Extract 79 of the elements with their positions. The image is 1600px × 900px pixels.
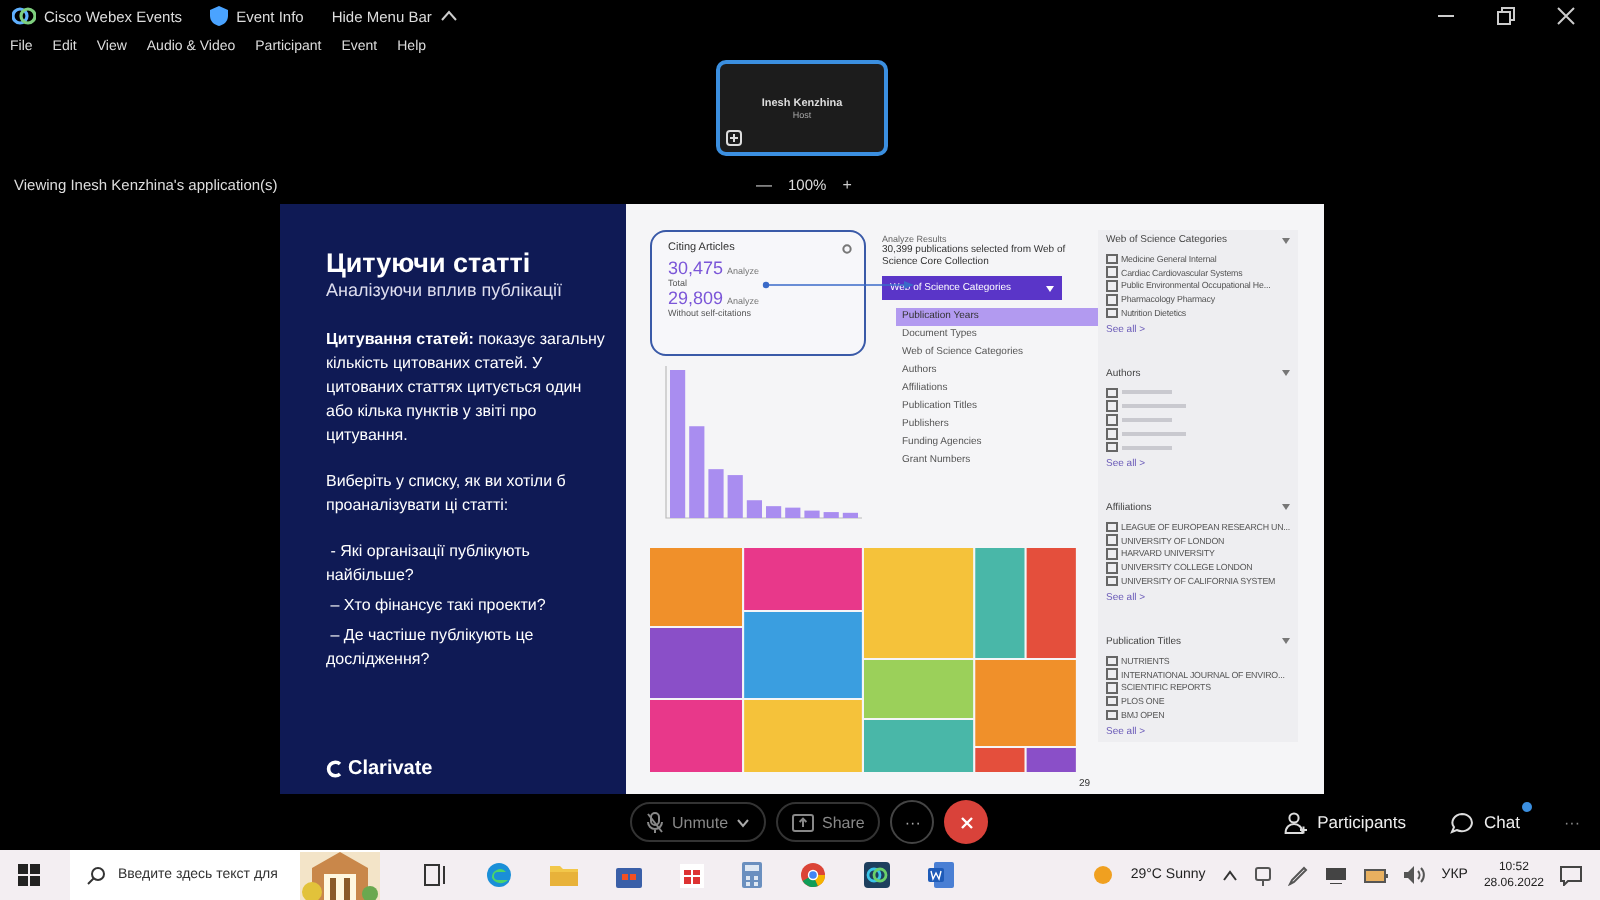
word-icon[interactable] bbox=[928, 862, 954, 888]
caret-icon[interactable] bbox=[1282, 504, 1290, 511]
battery-icon[interactable] bbox=[1363, 865, 1388, 885]
calculator-icon[interactable] bbox=[742, 862, 762, 888]
close-icon bbox=[959, 815, 974, 829]
store-icon[interactable] bbox=[616, 863, 642, 887]
close-icon[interactable] bbox=[1556, 6, 1576, 26]
slide-bullet: – Де частіше публікують це дослідження? bbox=[326, 624, 536, 672]
share-button[interactable]: Share bbox=[776, 802, 881, 842]
checkbox[interactable] bbox=[1106, 682, 1117, 694]
caret-up-icon[interactable] bbox=[1221, 869, 1238, 881]
zoom-in-button[interactable]: + bbox=[842, 175, 852, 193]
caret-down-icon bbox=[1046, 285, 1054, 291]
caret-icon[interactable] bbox=[1282, 638, 1290, 645]
blurred-text-line bbox=[1121, 445, 1171, 450]
webex-app-icon[interactable] bbox=[864, 862, 890, 888]
pen-icon[interactable] bbox=[1287, 865, 1308, 885]
slide-bullet: – Хто фінансує такі проекти? bbox=[328, 594, 548, 618]
slide-bullet: - Які організації публікують найбільше? bbox=[326, 540, 532, 588]
checkbox[interactable] bbox=[1106, 400, 1117, 412]
clarivate-logo-icon bbox=[326, 760, 344, 778]
blurred-text-line bbox=[1121, 404, 1185, 409]
checkbox[interactable] bbox=[1106, 414, 1117, 426]
chat-bubble-icon bbox=[1450, 811, 1475, 833]
overflow-menu-button[interactable]: ··· bbox=[1564, 813, 1580, 831]
logo-text: Clarivate bbox=[348, 758, 433, 780]
participants-button[interactable]: Participants bbox=[1283, 811, 1407, 833]
sun-icon bbox=[1092, 864, 1115, 886]
slide-title: Цитуючи статті bbox=[326, 248, 533, 280]
checkbox[interactable] bbox=[1106, 387, 1117, 399]
caret-icon[interactable] bbox=[1282, 370, 1290, 377]
checkbox[interactable] bbox=[1106, 575, 1117, 587]
notification-icon[interactable] bbox=[1560, 865, 1582, 885]
zoom-out-button[interactable]: — bbox=[756, 175, 772, 193]
webex-logo-icon bbox=[12, 6, 36, 26]
edge-browser-icon[interactable] bbox=[486, 862, 512, 888]
checkbox[interactable] bbox=[1106, 253, 1117, 265]
checkbox[interactable] bbox=[1106, 441, 1117, 453]
speaker-icon[interactable] bbox=[1403, 866, 1426, 884]
without-self-count[interactable]: 29,809 bbox=[668, 288, 724, 308]
more-options-button[interactable]: ··· bbox=[890, 800, 935, 844]
checkbox[interactable] bbox=[1106, 428, 1117, 440]
unmute-button[interactable]: Unmute bbox=[630, 802, 767, 842]
caret-up-icon bbox=[439, 10, 458, 22]
shield-icon bbox=[210, 6, 229, 26]
chat-button[interactable]: Chat bbox=[1450, 811, 1520, 833]
share-screen-icon bbox=[792, 813, 815, 831]
gear-icon[interactable] bbox=[842, 244, 852, 254]
checkbox[interactable] bbox=[1106, 266, 1117, 278]
blurred-text-line bbox=[1121, 390, 1171, 395]
windows-start-icon[interactable] bbox=[18, 864, 40, 886]
checkbox[interactable] bbox=[1106, 534, 1117, 546]
checkbox[interactable] bbox=[1106, 280, 1117, 292]
checkbox[interactable] bbox=[1106, 655, 1117, 667]
muted-microphone-icon bbox=[646, 811, 664, 833]
blurred-text-line bbox=[1121, 431, 1185, 436]
checkbox[interactable] bbox=[1106, 548, 1117, 560]
tray-app-icon[interactable] bbox=[1253, 865, 1272, 885]
blurred-text-line bbox=[1121, 417, 1171, 422]
add-person-icon bbox=[1283, 811, 1308, 833]
checkbox[interactable] bbox=[1106, 709, 1117, 721]
slide-question: Виберіть у списку, як ви хотіли б проаналізувати ці статті: bbox=[326, 470, 568, 518]
chrome-icon[interactable] bbox=[800, 862, 826, 888]
checkbox[interactable] bbox=[1106, 307, 1117, 319]
slide-paragraph: Цитування статей: показує загальну кількість цитованих статей. У цитованих статтях цитується один або кілька пунктів у звіті про цитування. bbox=[326, 328, 606, 448]
checkbox[interactable] bbox=[1106, 695, 1117, 707]
search-icon bbox=[86, 865, 106, 885]
checkbox[interactable] bbox=[1106, 668, 1117, 680]
checkbox[interactable] bbox=[1106, 521, 1117, 533]
add-icon[interactable] bbox=[726, 130, 742, 146]
total-count[interactable]: 30,475 bbox=[668, 258, 724, 278]
checkbox[interactable] bbox=[1106, 562, 1117, 573]
restore-icon[interactable] bbox=[1496, 6, 1516, 26]
checkbox[interactable] bbox=[1106, 294, 1117, 306]
caret-down-icon bbox=[736, 817, 751, 827]
slide-subtitle: Аналізуючи вплив публікації bbox=[326, 280, 565, 300]
caret-icon[interactable] bbox=[1282, 237, 1290, 243]
end-call-button[interactable] bbox=[944, 800, 989, 844]
task-view-icon[interactable] bbox=[424, 864, 448, 886]
